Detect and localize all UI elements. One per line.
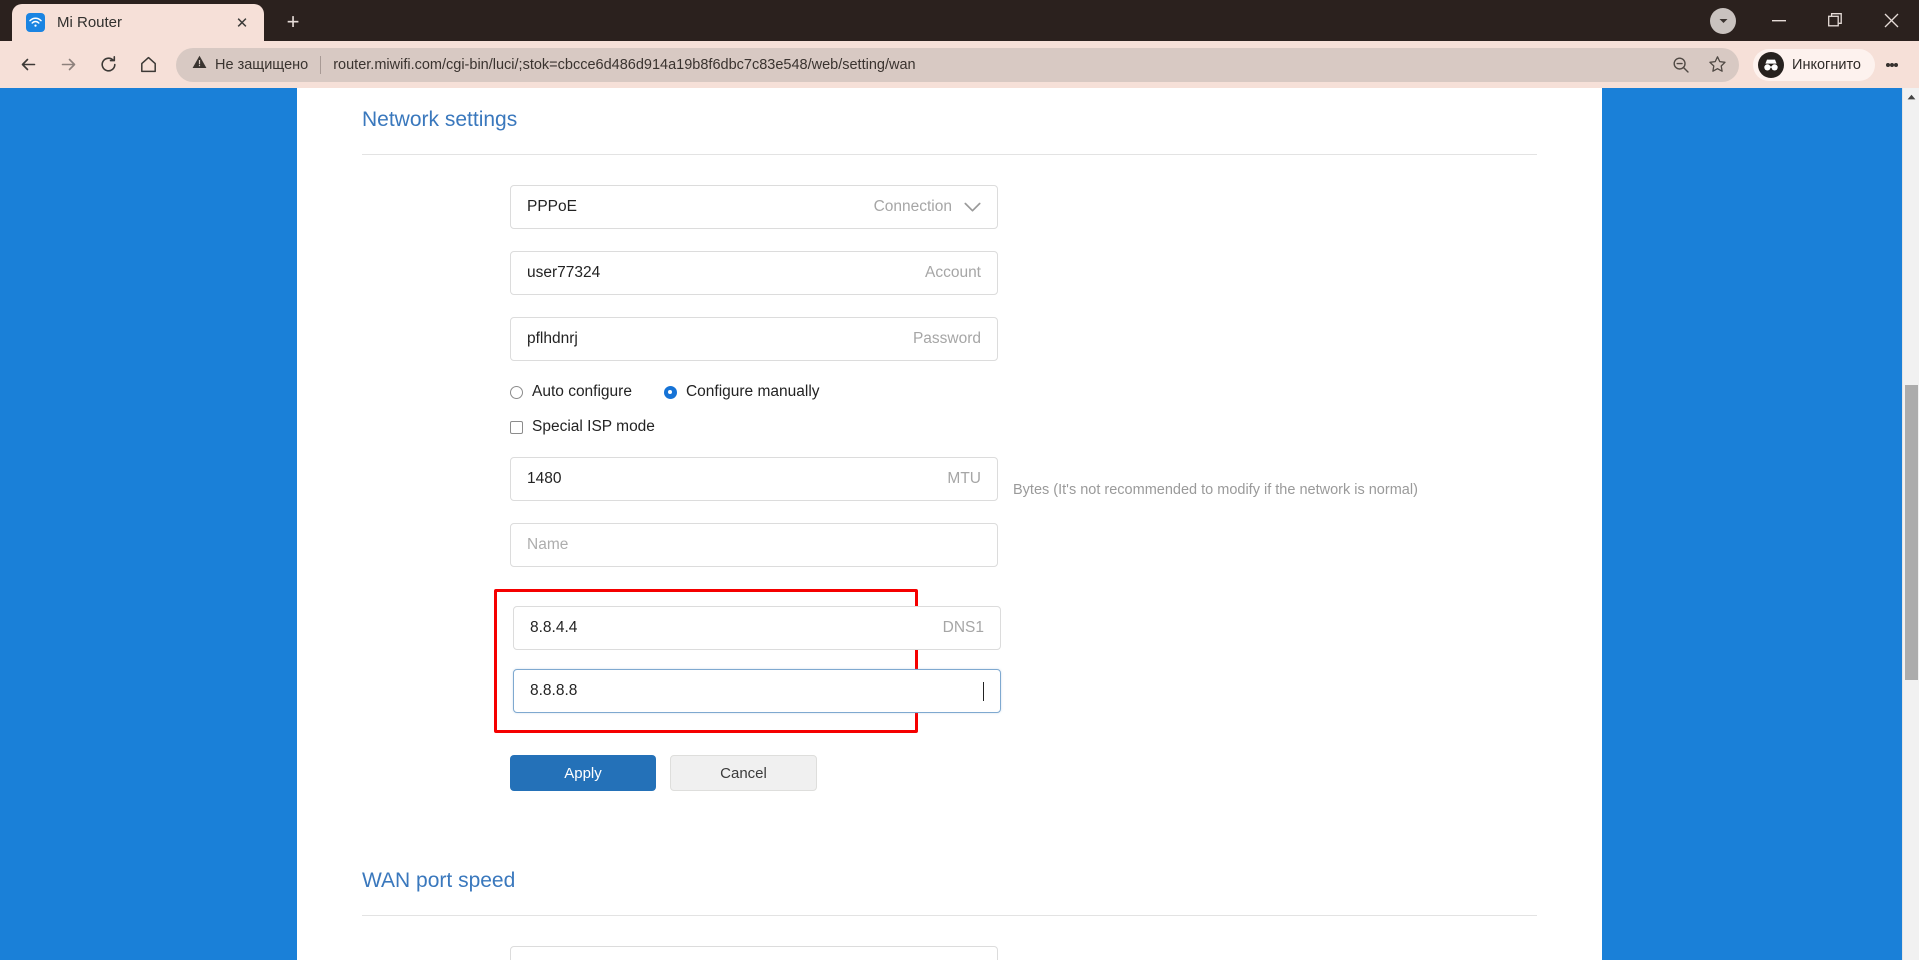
omnibox-divider [320, 55, 322, 74]
network-settings-form: PPPoE Connection user77324 Account pflhd… [297, 155, 1552, 791]
profile-incognito-badge[interactable]: Инкогнито [1753, 48, 1875, 81]
dns1-label: DNS1 [942, 619, 984, 636]
dns-highlight-box: 8.8.4.4 DNS1 8.8.8.8 [494, 589, 1001, 733]
browser-window: Mi Router ✕ + Не защищено router.miwifi.… [0, 0, 1919, 960]
page-scrollbar[interactable] [1902, 88, 1919, 960]
browser-toolbar: Не защищено router.miwifi.com/cgi-bin/lu… [0, 41, 1919, 88]
radio-icon-selected [663, 385, 677, 399]
radio-configure-manually[interactable]: Configure manually [663, 383, 820, 401]
special-isp-mode-checkbox[interactable]: Special ISP mode [510, 418, 1552, 436]
password-input[interactable]: pflhdnrj Password [510, 317, 998, 361]
wan-speed-select[interactable]: Auto (recommended) Speed [510, 946, 998, 960]
mtu-hint: Bytes (It's not recommended to modify if… [1013, 482, 1418, 498]
name-placeholder: Name [527, 536, 569, 553]
tab-strip: Mi Router ✕ + [0, 0, 1919, 41]
password-label: Password [912, 330, 981, 347]
page-content: Network settings PPPoE Connection user77… [297, 88, 1602, 960]
home-icon[interactable] [128, 45, 168, 85]
mtu-value: 1480 [527, 470, 562, 487]
dns2-input[interactable]: 8.8.8.8 [513, 669, 1001, 713]
close-icon[interactable]: ✕ [230, 11, 254, 35]
account-value: user77324 [527, 264, 601, 281]
password-value: pflhdnrj [527, 330, 578, 347]
scroll-up-arrow-icon[interactable] [1903, 88, 1919, 105]
url-text[interactable]: router.miwifi.com/cgi-bin/luci/;stok=cbc… [333, 57, 1665, 73]
three-dot-menu-icon[interactable] [1875, 45, 1909, 85]
radio-configure-manually-label: Configure manually [685, 383, 820, 400]
special-isp-mode-label: Special ISP mode [532, 418, 655, 435]
minimize-button[interactable] [1751, 0, 1807, 41]
dns2-value: 8.8.8.8 [530, 682, 578, 699]
page-title-network-settings: Network settings [362, 108, 518, 131]
text-cursor [983, 681, 984, 701]
forward-icon[interactable] [48, 45, 88, 85]
back-icon[interactable] [8, 45, 48, 85]
checkbox-icon [510, 420, 523, 434]
tab-search-button[interactable] [1695, 0, 1751, 41]
tab-title: Mi Router [57, 14, 123, 31]
cancel-button[interactable]: Cancel [670, 755, 817, 791]
menu-dot [1894, 62, 1898, 67]
address-bar[interactable]: Не защищено router.miwifi.com/cgi-bin/lu… [176, 47, 1740, 82]
account-label: Account [924, 264, 981, 281]
security-status[interactable]: Не защищено [192, 55, 308, 74]
page-viewport: Network settings PPPoE Connection user77… [0, 88, 1919, 960]
dns1-input[interactable]: 8.8.4.4 DNS1 [513, 606, 1001, 650]
scrollbar-thumb[interactable] [1905, 385, 1918, 680]
new-tab-button[interactable]: + [276, 5, 310, 39]
page-title-wan-port-speed: WAN port speed [362, 869, 516, 892]
mtu-row: 1480 MTU Bytes (It's not recommended to … [510, 457, 1552, 523]
config-mode-radio-group: Auto configure Configure manually [510, 383, 1552, 401]
reload-icon[interactable] [88, 45, 128, 85]
chevron-down-icon [964, 202, 981, 213]
window-controls [1695, 0, 1919, 41]
incognito-icon [1758, 51, 1785, 78]
close-window-button[interactable] [1863, 0, 1919, 41]
chevron-down-icon [1710, 7, 1736, 34]
mtu-input[interactable]: 1480 MTU [510, 457, 998, 501]
apply-button[interactable]: Apply [510, 755, 656, 791]
security-status-label: Не защищено [215, 56, 309, 73]
profile-label: Инкогнито [1792, 56, 1861, 73]
router-admin-page: Network settings PPPoE Connection user77… [297, 88, 1602, 960]
mtu-label: MTU [947, 470, 981, 487]
maximize-button[interactable] [1807, 0, 1863, 41]
omnibox-actions [1665, 49, 1733, 81]
warning-triangle-icon [192, 55, 207, 74]
form-actions: Apply Cancel [510, 755, 1552, 791]
dns1-value: 8.8.4.4 [530, 619, 578, 636]
radio-icon [510, 385, 523, 399]
connection-type-value: PPPoE [527, 198, 577, 215]
connection-type-select[interactable]: PPPoE Connection [510, 185, 998, 229]
zoom-out-icon[interactable] [1665, 49, 1697, 81]
wan-port-speed-form: Auto (recommended) Speed [297, 916, 1552, 960]
connection-type-label: Connection [873, 198, 952, 215]
account-input[interactable]: user77324 Account [510, 251, 998, 295]
star-icon[interactable] [1701, 49, 1733, 81]
radio-auto-configure-label: Auto configure [532, 383, 632, 400]
name-input[interactable]: Name [510, 523, 998, 567]
wifi-icon [26, 13, 45, 32]
radio-auto-configure[interactable]: Auto configure [510, 383, 632, 401]
browser-tab-mi-router[interactable]: Mi Router ✕ [12, 4, 264, 41]
